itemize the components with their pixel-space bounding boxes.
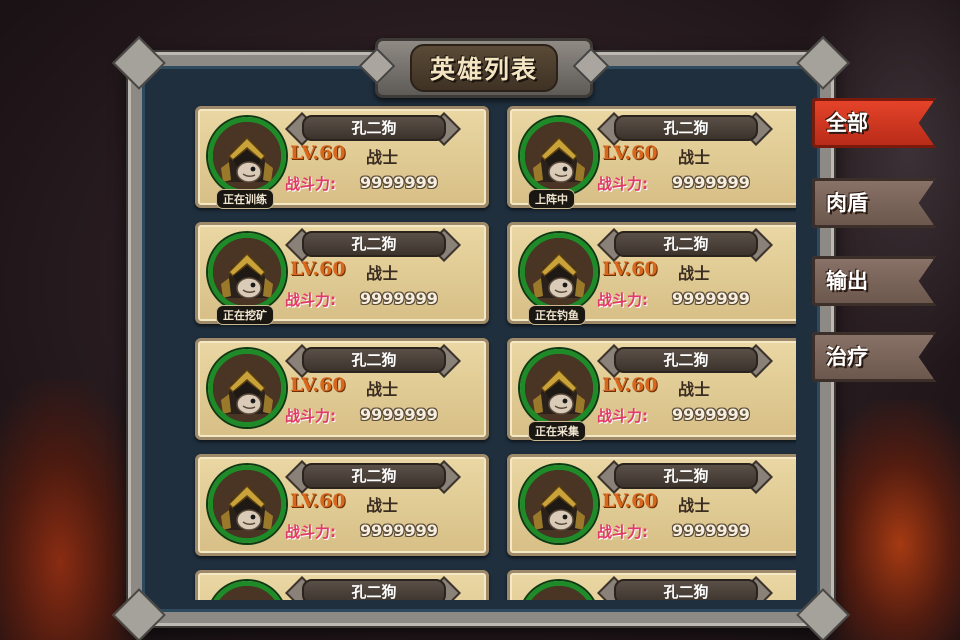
hero-status-badge: 正在钓鱼 [528, 305, 586, 325]
hero-name: 孔二狗 [614, 231, 758, 257]
hero-avatar [208, 349, 286, 427]
hero-class: 战士 [678, 380, 711, 399]
power-label: 战斗力: [285, 407, 336, 425]
hero-power: 9999999 [360, 173, 438, 192]
hero-avatar [520, 349, 598, 427]
hero-avatar [520, 233, 598, 311]
hero-list-scroll-area[interactable]: 孔二狗 LV.60 战士 战斗力: 9999999 正在训练 孔二狗 LV.60 战士 战斗力:… [178, 90, 796, 600]
hero-level: LV.60 [602, 490, 658, 512]
hero-power: 9999999 [672, 405, 750, 424]
hero-class: 战士 [678, 148, 711, 167]
hero-power: 9999999 [672, 521, 750, 540]
hero-avatar [208, 117, 286, 195]
title-plaque: 英雄列表 [358, 38, 610, 98]
power-label: 战斗力: [597, 523, 648, 541]
hero-power: 9999999 [672, 289, 750, 308]
hero-avatar [208, 465, 286, 543]
frame-corner-ornament [112, 36, 166, 90]
hero-avatar [520, 581, 598, 600]
helmeted-warrior-portrait-icon [213, 470, 281, 538]
hero-avatar [208, 233, 286, 311]
power-label: 战斗力: [285, 523, 336, 541]
tab-filter-3[interactable]: 治疗 [812, 332, 936, 382]
hero-class: 战士 [366, 380, 399, 399]
hero-name: 孔二狗 [614, 463, 758, 489]
hero-card[interactable]: 孔二狗 LV.60 战士战斗力: 9999999 正在训练 [195, 106, 489, 209]
power-label: 战斗力: [597, 175, 648, 193]
hero-grid: 孔二狗 LV.60 战士 战斗力: 9999999 正在训练 孔二狗 LV.60 战士 战斗力:… [178, 90, 796, 600]
hero-name: 孔二狗 [302, 231, 446, 257]
hero-class: 战士 [366, 264, 399, 283]
hero-card[interactable]: 孔二狗 LV.60 战士战斗力: 9999999 [195, 454, 489, 556]
hero-card[interactable]: 孔二狗 LV.60 战士战斗力: 9999999 正在挖矿 [195, 222, 489, 325]
hero-class: 战士 [366, 496, 399, 515]
hero-avatar [208, 581, 286, 600]
hero-avatar [520, 117, 598, 195]
hero-card[interactable]: 孔二狗 LV.60 战士战斗力: 9999999 上阵中 [507, 106, 796, 209]
power-label: 战斗力: [285, 175, 336, 193]
hero-name: 孔二狗 [614, 579, 758, 600]
power-label: 战斗力: [597, 407, 648, 425]
hero-status-badge: 正在挖矿 [216, 305, 274, 325]
hero-card[interactable]: 孔二狗 [507, 570, 796, 600]
hero-level: LV.60 [290, 142, 346, 164]
hero-level: LV.60 [602, 258, 658, 280]
helmeted-warrior-portrait-icon [525, 122, 593, 190]
hero-status-badge: 正在训练 [216, 189, 274, 209]
hero-power: 9999999 [360, 289, 438, 308]
hero-card[interactable]: 孔二狗 LV.60 战士战斗力: 9999999 [507, 454, 796, 556]
hero-card[interactable]: 孔二狗 LV.60 战士战斗力: 9999999 正在钓鱼 [507, 222, 796, 325]
helmeted-warrior-portrait-icon [213, 122, 281, 190]
hero-list-panel: 孔二狗 LV.60 战士 战斗力: 9999999 正在训练 孔二狗 LV.60 战士 战斗力:… [112, 36, 850, 640]
helmeted-warrior-portrait-icon [525, 354, 593, 422]
hero-name: 孔二狗 [614, 347, 758, 373]
hero-name: 孔二狗 [614, 115, 758, 141]
tab-filter-1[interactable]: 肉盾 [812, 178, 936, 228]
helmeted-warrior-portrait-icon [213, 586, 281, 600]
power-label: 战斗力: [285, 291, 336, 309]
helmeted-warrior-portrait-icon [525, 238, 593, 306]
hero-name: 孔二狗 [302, 463, 446, 489]
hero-level: LV.60 [290, 374, 346, 396]
hero-card[interactable]: 孔二狗 [195, 570, 489, 600]
hero-status-badge: 上阵中 [528, 189, 575, 209]
hero-status-badge: 正在采集 [528, 421, 586, 441]
helmeted-warrior-portrait-icon [525, 586, 593, 600]
tab-filter-0[interactable]: 全部 [812, 98, 936, 148]
hero-name: 孔二狗 [302, 347, 446, 373]
hero-name: 孔二狗 [302, 115, 446, 141]
hero-power: 9999999 [360, 405, 438, 424]
tab-filter-2[interactable]: 输出 [812, 256, 936, 306]
hero-class: 战士 [678, 496, 711, 515]
hero-card[interactable]: 孔二狗 LV.60 战士战斗力: 9999999 正在采集 [507, 338, 796, 441]
hero-level: LV.60 [602, 374, 658, 396]
helmeted-warrior-portrait-icon [525, 470, 593, 538]
hero-class: 战士 [366, 148, 399, 167]
hero-class: 战士 [678, 264, 711, 283]
hero-power: 9999999 [360, 521, 438, 540]
power-label: 战斗力: [597, 291, 648, 309]
helmeted-warrior-portrait-icon [213, 238, 281, 306]
hero-level: LV.60 [602, 142, 658, 164]
hero-power: 9999999 [672, 173, 750, 192]
hero-name: 孔二狗 [302, 579, 446, 600]
page-title: 英雄列表 [409, 44, 558, 92]
hero-card[interactable]: 孔二狗 LV.60 战士战斗力: 9999999 [195, 338, 489, 440]
hero-level: LV.60 [290, 258, 346, 280]
helmeted-warrior-portrait-icon [213, 354, 281, 422]
hero-avatar [520, 465, 598, 543]
hero-level: LV.60 [290, 490, 346, 512]
